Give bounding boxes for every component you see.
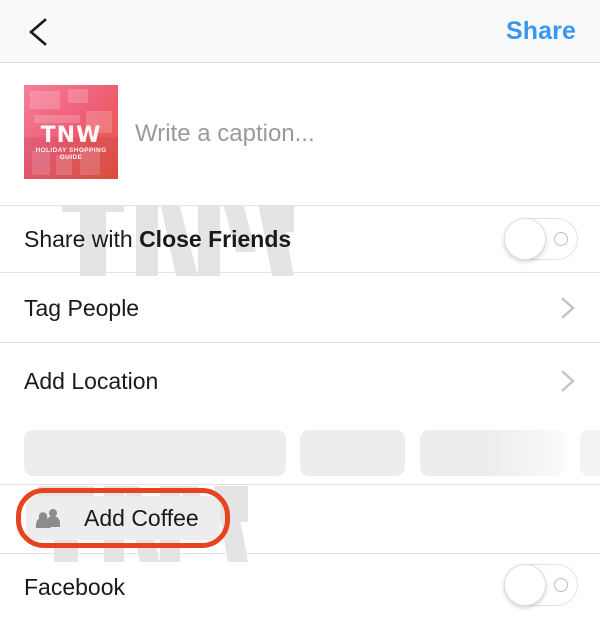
add-location-label: Add Location (24, 368, 159, 394)
toggle-knob (504, 564, 546, 606)
facebook-label: Facebook (24, 574, 126, 600)
row-facebook[interactable]: Facebook (0, 554, 600, 625)
chevron-left-icon[interactable] (24, 16, 54, 48)
share-button[interactable]: Share (506, 17, 576, 46)
facebook-toggle[interactable] (504, 564, 578, 606)
close-friends-label: Share with Close Friends (24, 226, 291, 253)
caption-row: TNW HOLIDAY SHOPPING GUIDE (0, 64, 600, 205)
row-tag-people[interactable]: Tag People (0, 273, 600, 342)
toggle-off-indicator (554, 578, 568, 592)
suggestion-placeholder[interactable] (300, 430, 405, 476)
thumbnail-logo-text: TNW (40, 123, 102, 148)
close-friends-label-strong: Close Friends (139, 226, 292, 252)
add-coffee-chip[interactable]: Add Coffee (26, 496, 220, 540)
close-friends-label-prefix: Share with (24, 226, 140, 252)
suggestion-placeholder[interactable] (24, 430, 286, 476)
app-header: Share (0, 0, 600, 63)
row-add-location[interactable]: Add Location (0, 343, 600, 412)
chevron-right-icon[interactable] (558, 297, 578, 319)
suggestion-placeholder[interactable] (580, 430, 600, 476)
tag-people-label: Tag People (24, 295, 140, 321)
post-thumbnail[interactable]: TNW HOLIDAY SHOPPING GUIDE (24, 85, 118, 179)
suggestion-placeholder[interactable] (420, 430, 565, 476)
add-coffee-label: Add Coffee (84, 505, 199, 531)
chevron-right-icon[interactable] (558, 370, 578, 392)
toggle-knob (504, 218, 546, 260)
people-icon (36, 508, 62, 528)
row-close-friends[interactable]: Share with Close Friends (0, 206, 600, 272)
share-to-screen: Share TNW HOLIDAY SHOPPING GUIDE Write a… (0, 0, 600, 625)
caption-input[interactable] (135, 120, 565, 148)
thumbnail-subtitle-text: HOLIDAY SHOPPING GUIDE (35, 147, 107, 161)
close-friends-toggle[interactable] (504, 218, 578, 260)
suggestion-chip-strip[interactable] (0, 412, 600, 484)
toggle-off-indicator (554, 232, 568, 246)
divider (0, 484, 600, 485)
